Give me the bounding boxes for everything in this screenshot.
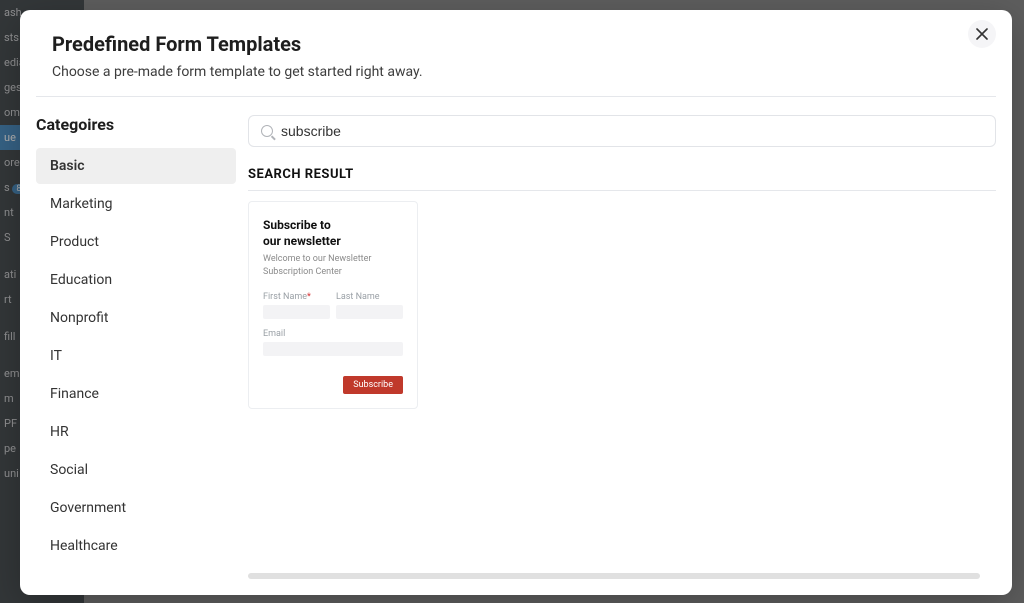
- category-item[interactable]: Marketing: [36, 186, 236, 222]
- template-field: Email: [263, 329, 403, 356]
- category-item[interactable]: Education: [36, 262, 236, 298]
- template-card[interactable]: Subscribe toour newsletter Welcome to our…: [248, 201, 418, 409]
- category-item[interactable]: Nonprofit: [36, 300, 236, 336]
- results-area[interactable]: Subscribe toour newsletter Welcome to our…: [248, 201, 996, 583]
- modal-title: Predefined Form Templates: [52, 32, 966, 56]
- category-item[interactable]: IT: [36, 338, 236, 374]
- template-modal: Predefined Form Templates Choose a pre-m…: [20, 10, 1012, 595]
- category-item[interactable]: Product: [36, 224, 236, 260]
- template-field: Last Name: [336, 292, 403, 319]
- category-item[interactable]: Social: [36, 452, 236, 488]
- horizontal-scrollbar[interactable]: [248, 573, 980, 579]
- template-input-placeholder: [336, 305, 403, 319]
- template-field: First Name*: [263, 292, 330, 319]
- categories-heading: Categoires: [36, 115, 236, 134]
- template-field-label: Last Name: [336, 292, 403, 302]
- template-field-label: First Name*: [263, 292, 330, 302]
- template-button-wrap: Subscribe: [263, 372, 403, 394]
- template-field-row: Email: [263, 329, 403, 356]
- template-field-label: Email: [263, 329, 403, 339]
- modal-subtitle: Choose a pre-made form template to get s…: [52, 64, 966, 80]
- results-heading: SEARCH RESULT: [248, 167, 996, 182]
- close-icon: [976, 28, 988, 40]
- results-row: Subscribe toour newsletter Welcome to our…: [248, 201, 996, 449]
- search-icon: [261, 125, 273, 137]
- category-item[interactable]: Healthcare: [36, 528, 236, 564]
- category-item[interactable]: HR: [36, 414, 236, 450]
- template-card-title: Subscribe toour newsletter: [263, 218, 403, 249]
- main-panel: SEARCH RESULT Subscribe toour newsletter…: [248, 115, 996, 583]
- category-item[interactable]: Basic: [36, 148, 236, 184]
- category-item[interactable]: Finance: [36, 376, 236, 412]
- template-input-placeholder: [263, 305, 330, 319]
- results-divider: [248, 190, 996, 191]
- template-card-subtitle: Welcome to our Newsletter Subscription C…: [263, 253, 403, 278]
- template-field-row: First Name* Last Name: [263, 292, 403, 319]
- subscribe-button[interactable]: Subscribe: [343, 376, 403, 394]
- search-field-wrapper[interactable]: [248, 115, 996, 147]
- modal-header: Predefined Form Templates Choose a pre-m…: [36, 10, 996, 97]
- categories-list: BasicMarketingProductEducationNonprofitI…: [36, 148, 236, 564]
- search-input[interactable]: [281, 123, 983, 139]
- categories-panel: Categoires BasicMarketingProductEducatio…: [36, 115, 236, 583]
- modal-body: Categoires BasicMarketingProductEducatio…: [20, 97, 1012, 595]
- required-star: *: [307, 292, 311, 302]
- close-button[interactable]: [968, 20, 996, 48]
- category-item[interactable]: Government: [36, 490, 236, 526]
- template-input-placeholder: [263, 342, 403, 356]
